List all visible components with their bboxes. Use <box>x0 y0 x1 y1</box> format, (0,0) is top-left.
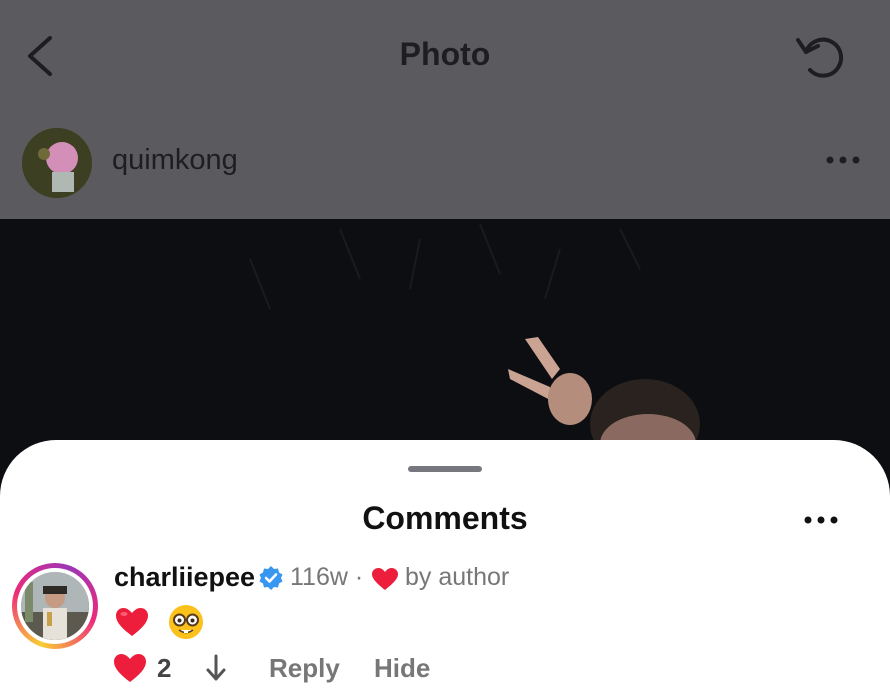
author-avatar[interactable] <box>22 128 92 198</box>
author-liked-heart-icon <box>371 567 399 591</box>
heart-emoji-icon <box>116 607 148 636</box>
hide-button[interactable]: Hide <box>374 653 430 684</box>
sheet-title: Comments <box>362 500 528 536</box>
comment-timestamp: 116w · <box>290 563 364 591</box>
avatar-image <box>21 572 89 640</box>
comments-more-button[interactable] <box>800 506 842 534</box>
more-horizontal-icon <box>826 156 860 164</box>
page-title: Photo <box>399 36 491 72</box>
like-heart-icon[interactable] <box>112 652 148 684</box>
more-horizontal-icon <box>804 516 838 524</box>
nerd-face-emoji-icon <box>168 604 203 639</box>
author-username[interactable]: quimkong <box>112 144 238 177</box>
reply-button[interactable]: Reply <box>269 653 340 684</box>
liked-by-author-label: by author <box>405 563 510 591</box>
verified-badge-icon <box>258 565 284 591</box>
commenter-avatar[interactable] <box>21 572 89 640</box>
comment-body <box>114 598 205 642</box>
avatar-image <box>22 128 92 198</box>
like-count[interactable]: 2 <box>157 653 171 684</box>
refresh-icon <box>796 37 844 78</box>
refresh-button[interactable] <box>792 30 850 82</box>
dislike-arrow-icon[interactable] <box>204 652 228 684</box>
sheet-grabber[interactable] <box>408 466 482 472</box>
commenter-username[interactable]: charliiepee <box>114 562 255 593</box>
post-more-button[interactable] <box>822 146 864 174</box>
